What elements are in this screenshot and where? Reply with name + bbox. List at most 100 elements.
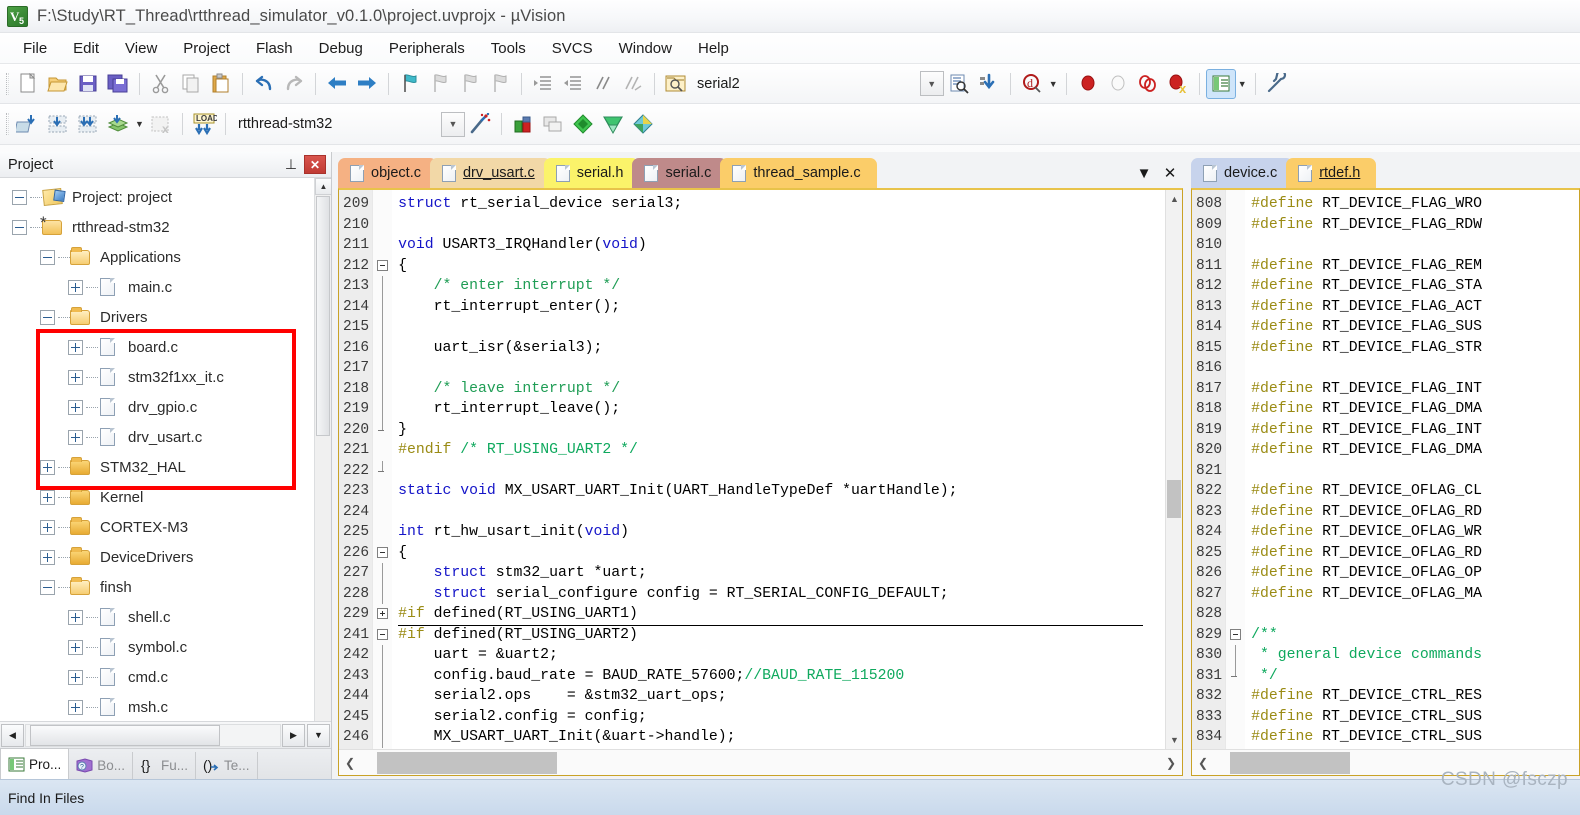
fold-cell[interactable] [1226, 727, 1245, 748]
fold-cell[interactable] [1226, 215, 1245, 236]
tree-node-main-c[interactable]: main.c [0, 272, 314, 302]
fold-cell[interactable] [1226, 317, 1245, 338]
navigate-forward-icon[interactable] [352, 69, 382, 99]
navigate-back-icon[interactable] [322, 69, 352, 99]
fold-cell[interactable] [1226, 665, 1245, 687]
editor-tab-device-c[interactable]: device.c [1191, 158, 1294, 188]
tree-node-board-c[interactable]: board.c [0, 332, 314, 362]
fold-cell[interactable] [1226, 481, 1245, 502]
insert-breakpoint-icon[interactable] [1073, 69, 1103, 99]
bookmark-toggle-icon[interactable] [395, 69, 425, 99]
code-line[interactable]: #define RT_DEVICE_FLAG_ACT [1251, 297, 1579, 318]
scroll-up-icon[interactable]: ▲ [315, 178, 331, 195]
fold-cell[interactable] [373, 317, 392, 338]
code-line[interactable]: #define RT_DEVICE_FLAG_INT [1251, 420, 1579, 441]
expand-toggle-icon[interactable] [40, 459, 55, 475]
code-line[interactable]: rt_interrupt_leave(); [398, 399, 1165, 420]
tab-templates[interactable]: () Te... [196, 752, 258, 779]
indent-left-icon[interactable] [558, 69, 588, 99]
bookmark-next-icon[interactable] [455, 69, 485, 99]
fold-margin[interactable] [372, 190, 393, 749]
fold-cell[interactable] [373, 686, 392, 707]
code-line[interactable]: serial2.ops = &stm32_uart_ops; [398, 686, 1165, 707]
code-line[interactable]: #define RT_DEVICE_OFLAG_WR [1251, 522, 1579, 543]
editor-tab-object-c[interactable]: object.c [338, 158, 437, 188]
fold-cell[interactable] [1226, 645, 1245, 666]
download-icon[interactable]: LOAD [189, 109, 219, 139]
code-line[interactable]: #define RT_DEVICE_CTRL_SUS [1251, 727, 1579, 748]
menu-help[interactable]: Help [685, 37, 742, 60]
menu-file[interactable]: File [10, 37, 60, 60]
code-line[interactable]: */ [1251, 666, 1579, 687]
expand-toggle-icon[interactable] [68, 609, 83, 625]
code-line[interactable]: uart = &uart2; [398, 645, 1165, 666]
scrollbar-track[interactable] [361, 750, 1160, 776]
manage-project-items-icon[interactable] [508, 109, 538, 139]
code-line[interactable]: /* leave interrupt */ [398, 379, 1165, 400]
fold-cell[interactable] [1226, 522, 1245, 543]
cut-icon[interactable] [146, 69, 176, 99]
start-debug-icon[interactable]: d [1017, 69, 1047, 99]
target-chevron-down-icon[interactable]: ▼ [441, 111, 465, 137]
save-all-icon[interactable] [103, 69, 133, 99]
code-line[interactable]: /* enter interrupt */ [398, 276, 1165, 297]
fold-cell[interactable] [1226, 604, 1245, 625]
code-line[interactable]: { [398, 256, 1165, 277]
translate-icon[interactable] [13, 109, 43, 139]
code-line[interactable]: void USART3_IRQHandler(void) [398, 235, 1165, 256]
find-in-files-icon[interactable] [944, 69, 974, 99]
tree-node-stm32-hal[interactable]: STM32_HAL [0, 452, 314, 482]
fold-cell[interactable] [1226, 686, 1245, 707]
collapse-fold-icon[interactable] [377, 628, 389, 640]
code-line[interactable]: #define RT_DEVICE_FLAG_WRO [1251, 194, 1579, 215]
fold-cell[interactable] [373, 194, 392, 215]
tab-functions[interactable]: {} Fu... [133, 752, 197, 779]
redo-icon[interactable] [279, 69, 309, 99]
fold-cell[interactable] [373, 337, 392, 358]
editor-tab-thread-sample-c[interactable]: thread_sample.c [720, 158, 877, 188]
code-line[interactable]: rt_interrupt_enter(); [398, 297, 1165, 318]
code-line[interactable]: * general device commands [1251, 645, 1579, 666]
options-for-target-icon[interactable] [465, 109, 495, 139]
code-line[interactable]: #define RT_DEVICE_FLAG_INT [1251, 379, 1579, 400]
save-icon[interactable] [73, 69, 103, 99]
menu-svcs[interactable]: SVCS [539, 37, 606, 60]
manage-run-time-env-icon[interactable] [598, 109, 628, 139]
target-selector-label[interactable]: rtthread-stm32 [232, 116, 437, 132]
open-file-browse-icon[interactable] [661, 69, 691, 99]
multi-project-icon[interactable] [538, 109, 568, 139]
close-icon[interactable]: ✕ [304, 155, 326, 174]
fold-cell[interactable] [1226, 584, 1245, 605]
code-line[interactable]: #if defined(RT_USING_UART1) [398, 604, 1165, 626]
fold-cell[interactable] [373, 481, 392, 502]
tree-node-applications[interactable]: Applications [0, 242, 314, 272]
tree-node-kernel[interactable]: Kernel [0, 482, 314, 512]
fold-cell[interactable] [1226, 338, 1245, 359]
code-line[interactable]: #define RT_DEVICE_CTRL_SUS [1251, 707, 1579, 728]
code-content[interactable]: #define RT_DEVICE_FLAG_WRO #define RT_DEV… [1245, 190, 1579, 749]
code-line[interactable]: struct stm32_uart *uart; [398, 563, 1165, 584]
editor-horizontal-scrollbar[interactable]: ❮ [1192, 749, 1579, 775]
tree-node-cortex-m3[interactable]: CORTEX-M3 [0, 512, 314, 542]
code-line[interactable] [1251, 358, 1579, 379]
editor-tab-serial-h[interactable]: serial.h [543, 158, 640, 188]
fold-cell[interactable] [373, 543, 392, 564]
scroll-right-icon[interactable]: ▶ [282, 723, 305, 747]
tree-node-devicedrivers[interactable]: DeviceDrivers [0, 542, 314, 572]
code-line[interactable]: uart_isr(&serial3); [398, 338, 1165, 359]
fold-cell[interactable] [373, 460, 392, 482]
rebuild-icon[interactable] [73, 109, 103, 139]
code-line[interactable]: #define RT_DEVICE_CTRL_RES [1251, 686, 1579, 707]
fold-cell[interactable] [373, 378, 392, 399]
collapse-fold-icon[interactable] [377, 259, 389, 271]
scroll-right-icon[interactable]: ❯ [1160, 756, 1182, 770]
tree-node-msh-c[interactable]: msh.c [0, 692, 314, 721]
code-line[interactable] [398, 358, 1165, 379]
disable-all-breakpoints-icon[interactable] [1133, 69, 1163, 99]
open-file-icon[interactable] [43, 69, 73, 99]
code-line[interactable]: #define RT_DEVICE_OFLAG_RD [1251, 502, 1579, 523]
fold-margin[interactable] [1225, 190, 1246, 749]
fold-cell[interactable] [373, 296, 392, 317]
code-line[interactable] [1251, 235, 1579, 256]
code-line[interactable]: #define RT_DEVICE_OFLAG_OP [1251, 563, 1579, 584]
